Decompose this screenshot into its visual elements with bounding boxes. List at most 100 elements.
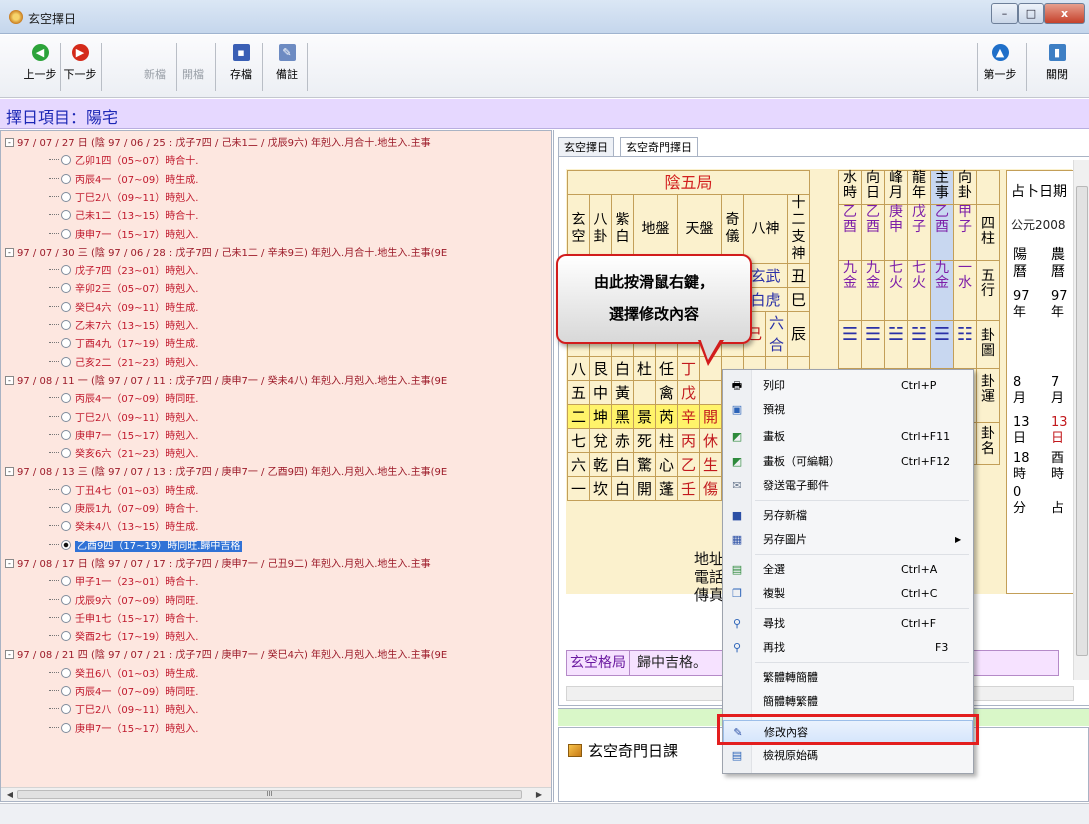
tree-hour-item[interactable]: 癸酉2七（17~19）時剋入. (1, 630, 198, 646)
radio-button[interactable] (61, 265, 71, 276)
tree-hour-item[interactable]: 戊辰9六（07~09）時同旺. (1, 594, 198, 610)
tree-hour-item[interactable]: 庚申7一（15~17）時剋入. (1, 228, 198, 244)
radio-button[interactable] (61, 503, 71, 513)
scroll-thumb[interactable]: III (17, 790, 522, 799)
maximize-button[interactable]: □ (1018, 3, 1044, 24)
tab-qimen[interactable]: 玄空奇門擇日 (620, 137, 698, 157)
tree-date-node[interactable]: -97 / 08 / 17 日 (陰 97 / 07 / 17 : 戊子7四 /… (1, 557, 431, 573)
tree-date-node[interactable]: -97 / 08 / 11 一 (陰 97 / 07 / 11 : 戊子7四 /… (1, 374, 447, 390)
radio-button[interactable] (61, 594, 71, 605)
radio-button[interactable] (61, 429, 71, 440)
tree-hour-item[interactable]: 庚申7一（15~17）時剋入. (1, 722, 198, 738)
radio-button[interactable] (61, 484, 71, 495)
save-file-button[interactable]: ▪ 存檔 (222, 40, 260, 94)
prev-step-button[interactable]: ◀ 上一步 (21, 40, 59, 94)
radio-button[interactable] (61, 191, 71, 202)
scroll-thumb[interactable] (1076, 186, 1088, 656)
menu-item-find[interactable]: ⚲ 尋找 Ctrl+F (723, 612, 973, 636)
menu-item-save-new[interactable]: ■ 另存新檔 (723, 504, 973, 528)
scroll-right-icon[interactable]: ▶ (532, 788, 546, 801)
radio-button[interactable] (61, 320, 71, 330)
minimize-button[interactable]: – (991, 3, 1018, 24)
menu-item-view-source[interactable]: ▤ 檢視原始碼 (723, 744, 973, 768)
tree-hour-item[interactable]: 癸巳4六（09~11）時生成. (1, 301, 198, 317)
menu-item-copy[interactable]: ❐ 複製 Ctrl+C (723, 582, 973, 606)
menu-item-save-image[interactable]: ▦ 另存圖片 ▶ (723, 528, 973, 552)
tree-item-qimen-daily[interactable]: 玄空奇門日課 (568, 740, 678, 761)
tree-hour-item[interactable]: 癸亥6六（21~23）時剋入. (1, 447, 198, 463)
radio-button[interactable] (61, 301, 71, 312)
menu-item-preview[interactable]: ▣ 預視 (723, 398, 973, 422)
tree-hour-item[interactable]: 辛卯2三（05~07）時剋入. (1, 282, 198, 298)
scroll-left-icon[interactable]: ◀ (3, 788, 17, 801)
radio-button[interactable] (61, 228, 71, 239)
tree-date-node[interactable]: -97 / 08 / 13 三 (陰 97 / 07 / 13 : 戊子7四 /… (1, 465, 447, 481)
tab-xuankong[interactable]: 玄空擇日 (558, 137, 614, 157)
tree-hour-item[interactable]: 丁巳2八（09~11）時剋入. (1, 411, 198, 427)
menu-item-select-all[interactable]: ▤ 全選 Ctrl+A (723, 558, 973, 582)
tree-hour-item[interactable]: 戊子7四（23~01）時剋入. (1, 264, 198, 280)
radio-button[interactable] (61, 356, 71, 367)
tree-date-node[interactable]: -97 / 08 / 21 四 (陰 97 / 07 / 21 : 戊子7四 /… (1, 648, 447, 664)
tree-date-node[interactable]: -97 / 07 / 27 日 (陰 97 / 06 / 25 : 戊子7四 /… (1, 136, 431, 152)
menu-item-email[interactable]: ✉ 發送電子郵件 (723, 474, 973, 498)
open-file-button[interactable]: 開檔 (174, 40, 212, 94)
tree-date-node[interactable]: -97 / 07 / 30 三 (陰 97 / 06 / 28 : 戊子7四 /… (1, 246, 447, 262)
tree-hour-item[interactable]: 甲子1一（23~01）時合十. (1, 575, 198, 591)
tree-hour-item[interactable]: 己未1二（13~15）時合十. (1, 209, 198, 225)
tree-hour-item[interactable]: 癸丑6八（01~03）時生成. (1, 667, 198, 683)
menu-item-simp-to-trad[interactable]: 簡體轉繁體 (723, 690, 973, 714)
radio-button[interactable] (61, 155, 71, 166)
radio-button[interactable] (61, 338, 71, 349)
tree-hour-item[interactable]: 壬申1七（15~17）時合十. (1, 612, 198, 628)
collapse-toggle-icon[interactable]: - (5, 467, 14, 477)
menu-item-print[interactable]: 🖶 列印 Ctrl+P (723, 374, 973, 398)
radio-button[interactable] (61, 393, 71, 404)
radio-button[interactable] (61, 612, 71, 623)
radio-button[interactable] (61, 631, 71, 642)
new-file-button[interactable]: 新檔 (136, 40, 174, 94)
radio-button[interactable] (61, 704, 71, 715)
tree-horizontal-scrollbar[interactable]: ◀ III ▶ (1, 787, 551, 801)
radio-button[interactable] (61, 448, 71, 459)
tree-hour-item[interactable]: 丙辰4一（07~09）時生成. (1, 173, 198, 189)
memo-button[interactable]: ✎ 備註 (268, 40, 306, 94)
tree-hour-item[interactable]: 丙辰4一（07~09）時同旺. (1, 685, 198, 701)
next-step-button[interactable]: ▶ 下一步 (61, 40, 99, 94)
tree-hour-item[interactable]: 丙辰4一（07~09）時同旺. (1, 392, 198, 408)
collapse-toggle-icon[interactable]: - (5, 650, 14, 660)
tree-hour-item[interactable]: 庚辰1九（07~09）時合十. (1, 502, 198, 518)
tree-hour-item[interactable]: 己亥2二（21~23）時剋入. (1, 356, 198, 372)
collapse-toggle-icon[interactable]: - (5, 558, 14, 568)
tree-hour-item[interactable]: 丁丑4七（01~03）時生成. (1, 484, 198, 500)
radio-button[interactable] (61, 411, 71, 422)
radio-button[interactable] (61, 173, 71, 184)
radio-button[interactable] (61, 576, 71, 587)
close-window-button[interactable]: x (1044, 3, 1085, 24)
chart-vertical-scrollbar[interactable] (1073, 160, 1089, 680)
tree-hour-item[interactable]: 癸未4八（13~15）時生成. (1, 520, 198, 536)
radio-button[interactable] (61, 283, 71, 294)
tree-hour-item[interactable]: 丁巳2八（09~11）時剋入. (1, 191, 198, 207)
menu-item-find-again[interactable]: ⚲ 再找 F3 (723, 636, 973, 660)
tree-hour-item[interactable]: 庚申7一（15~17）時剋入. (1, 429, 198, 445)
tree-hour-item[interactable]: 乙未7六（13~15）時剋入. (1, 319, 198, 335)
tree-hour-item[interactable]: 乙酉9四（17~19）時同旺.歸中吉格 (1, 539, 243, 555)
radio-button[interactable] (61, 686, 71, 696)
radio-button[interactable] (61, 521, 71, 532)
radio-button[interactable] (61, 210, 71, 221)
radio-button[interactable] (61, 539, 71, 550)
close-app-button[interactable]: ▮ 關閉 (1038, 40, 1076, 94)
menu-item-trad-to-simp[interactable]: 繁體轉簡體 (723, 666, 973, 690)
tree-hour-item[interactable]: 乙卯1四（05~07）時合十. (1, 154, 198, 170)
tree-hour-item[interactable]: 丁酉4九（17~19）時生成. (1, 337, 198, 353)
collapse-toggle-icon[interactable]: - (5, 138, 14, 147)
tree-hour-item[interactable]: 丁巳2八（09~11）時剋入. (1, 703, 198, 719)
collapse-toggle-icon[interactable]: - (5, 247, 14, 257)
first-step-button[interactable]: ▲ 第一步 (981, 40, 1019, 94)
collapse-toggle-icon[interactable]: - (5, 375, 14, 385)
radio-button[interactable] (61, 722, 71, 733)
menu-item-board-editable[interactable]: ◩ 畫板（可編輯） Ctrl+F12 (723, 450, 973, 474)
radio-button[interactable] (61, 667, 71, 678)
menu-item-board[interactable]: ◩ 畫板 Ctrl+F11 (723, 425, 973, 449)
